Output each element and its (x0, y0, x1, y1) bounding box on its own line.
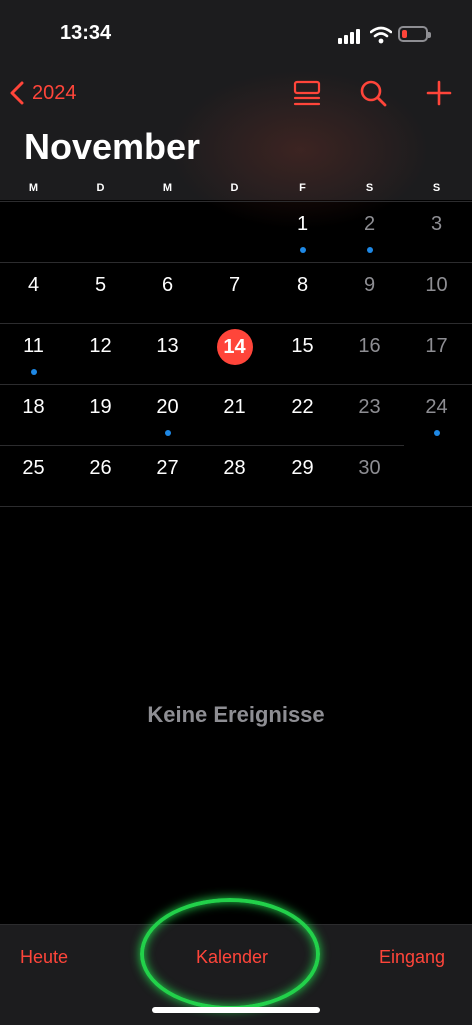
day-cell-today[interactable]: 14 (201, 329, 268, 365)
day-cell[interactable]: 24 (403, 396, 470, 419)
weekday-wed: M (162, 182, 173, 194)
day-cell[interactable]: 25 (0, 457, 67, 480)
weekday-fri: F (299, 182, 306, 194)
weekday-header: M D M D F S S (0, 182, 472, 198)
back-year-label: 2024 (32, 81, 77, 104)
battery-icon (398, 26, 431, 42)
grid-line (0, 323, 472, 324)
status-bar: 13:34 (0, 0, 472, 70)
month-title: November (24, 126, 201, 167)
home-indicator[interactable] (152, 1007, 320, 1013)
weekday-sun: S (432, 182, 441, 194)
day-cell[interactable]: 5 (67, 274, 134, 297)
add-event-icon[interactable] (424, 78, 454, 108)
day-cell[interactable]: 6 (134, 274, 201, 297)
wifi-icon (370, 26, 392, 44)
event-dot (434, 430, 440, 436)
day-cell[interactable]: 19 (67, 396, 134, 419)
tab-today[interactable]: Heute (20, 947, 68, 968)
day-cell[interactable]: 1 (269, 213, 336, 236)
day-cell[interactable]: 17 (403, 335, 470, 358)
day-cell[interactable]: 20 (134, 396, 201, 419)
status-time: 13:34 (60, 22, 112, 44)
empty-state-label: Keine Ereignisse (147, 702, 325, 727)
back-year-button[interactable]: 2024 (10, 78, 77, 108)
day-cell[interactable]: 7 (201, 274, 268, 297)
day-cell[interactable]: 18 (0, 396, 67, 419)
event-dot (31, 369, 37, 375)
event-dot (300, 247, 306, 253)
grid-line (0, 445, 404, 446)
day-cell[interactable]: 16 (336, 335, 403, 358)
day-cell[interactable]: 4 (0, 274, 67, 297)
day-cell[interactable]: 22 (269, 396, 336, 419)
list-view-icon[interactable] (292, 78, 322, 108)
day-cell[interactable]: 15 (269, 335, 336, 358)
grid-line (0, 262, 472, 263)
day-cell[interactable]: 23 (336, 396, 403, 419)
day-cell[interactable]: 2 (336, 213, 403, 236)
day-cell[interactable]: 11 (0, 335, 67, 358)
grid-line (0, 201, 472, 202)
grid-line (0, 506, 472, 507)
day-cell[interactable]: 3 (403, 213, 470, 236)
weekday-sat: S (365, 182, 374, 194)
day-cell[interactable]: 9 (336, 274, 403, 297)
search-icon[interactable] (358, 78, 388, 108)
chevron-left-icon (10, 81, 24, 105)
weekday-mon: M (28, 182, 39, 194)
tab-inbox[interactable]: Eingang (379, 947, 445, 968)
day-cell[interactable]: 12 (67, 335, 134, 358)
event-dot (367, 247, 373, 253)
highlight-annotation (140, 898, 320, 1010)
today-badge: 14 (216, 329, 253, 365)
day-cell[interactable]: 28 (201, 457, 268, 480)
day-cell[interactable]: 30 (336, 457, 403, 480)
day-cell[interactable]: 8 (269, 274, 336, 297)
weekday-thu: D (230, 182, 239, 194)
day-cell[interactable]: 27 (134, 457, 201, 480)
day-cell[interactable]: 21 (201, 396, 268, 419)
event-dot (165, 430, 171, 436)
day-cell[interactable]: 29 (269, 457, 336, 480)
grid-line (0, 384, 472, 385)
day-cell[interactable]: 13 (134, 335, 201, 358)
cellular-signal-icon (338, 28, 362, 44)
day-cell[interactable]: 26 (67, 457, 134, 480)
weekday-tue: D (96, 182, 105, 194)
day-cell[interactable]: 10 (403, 274, 470, 297)
